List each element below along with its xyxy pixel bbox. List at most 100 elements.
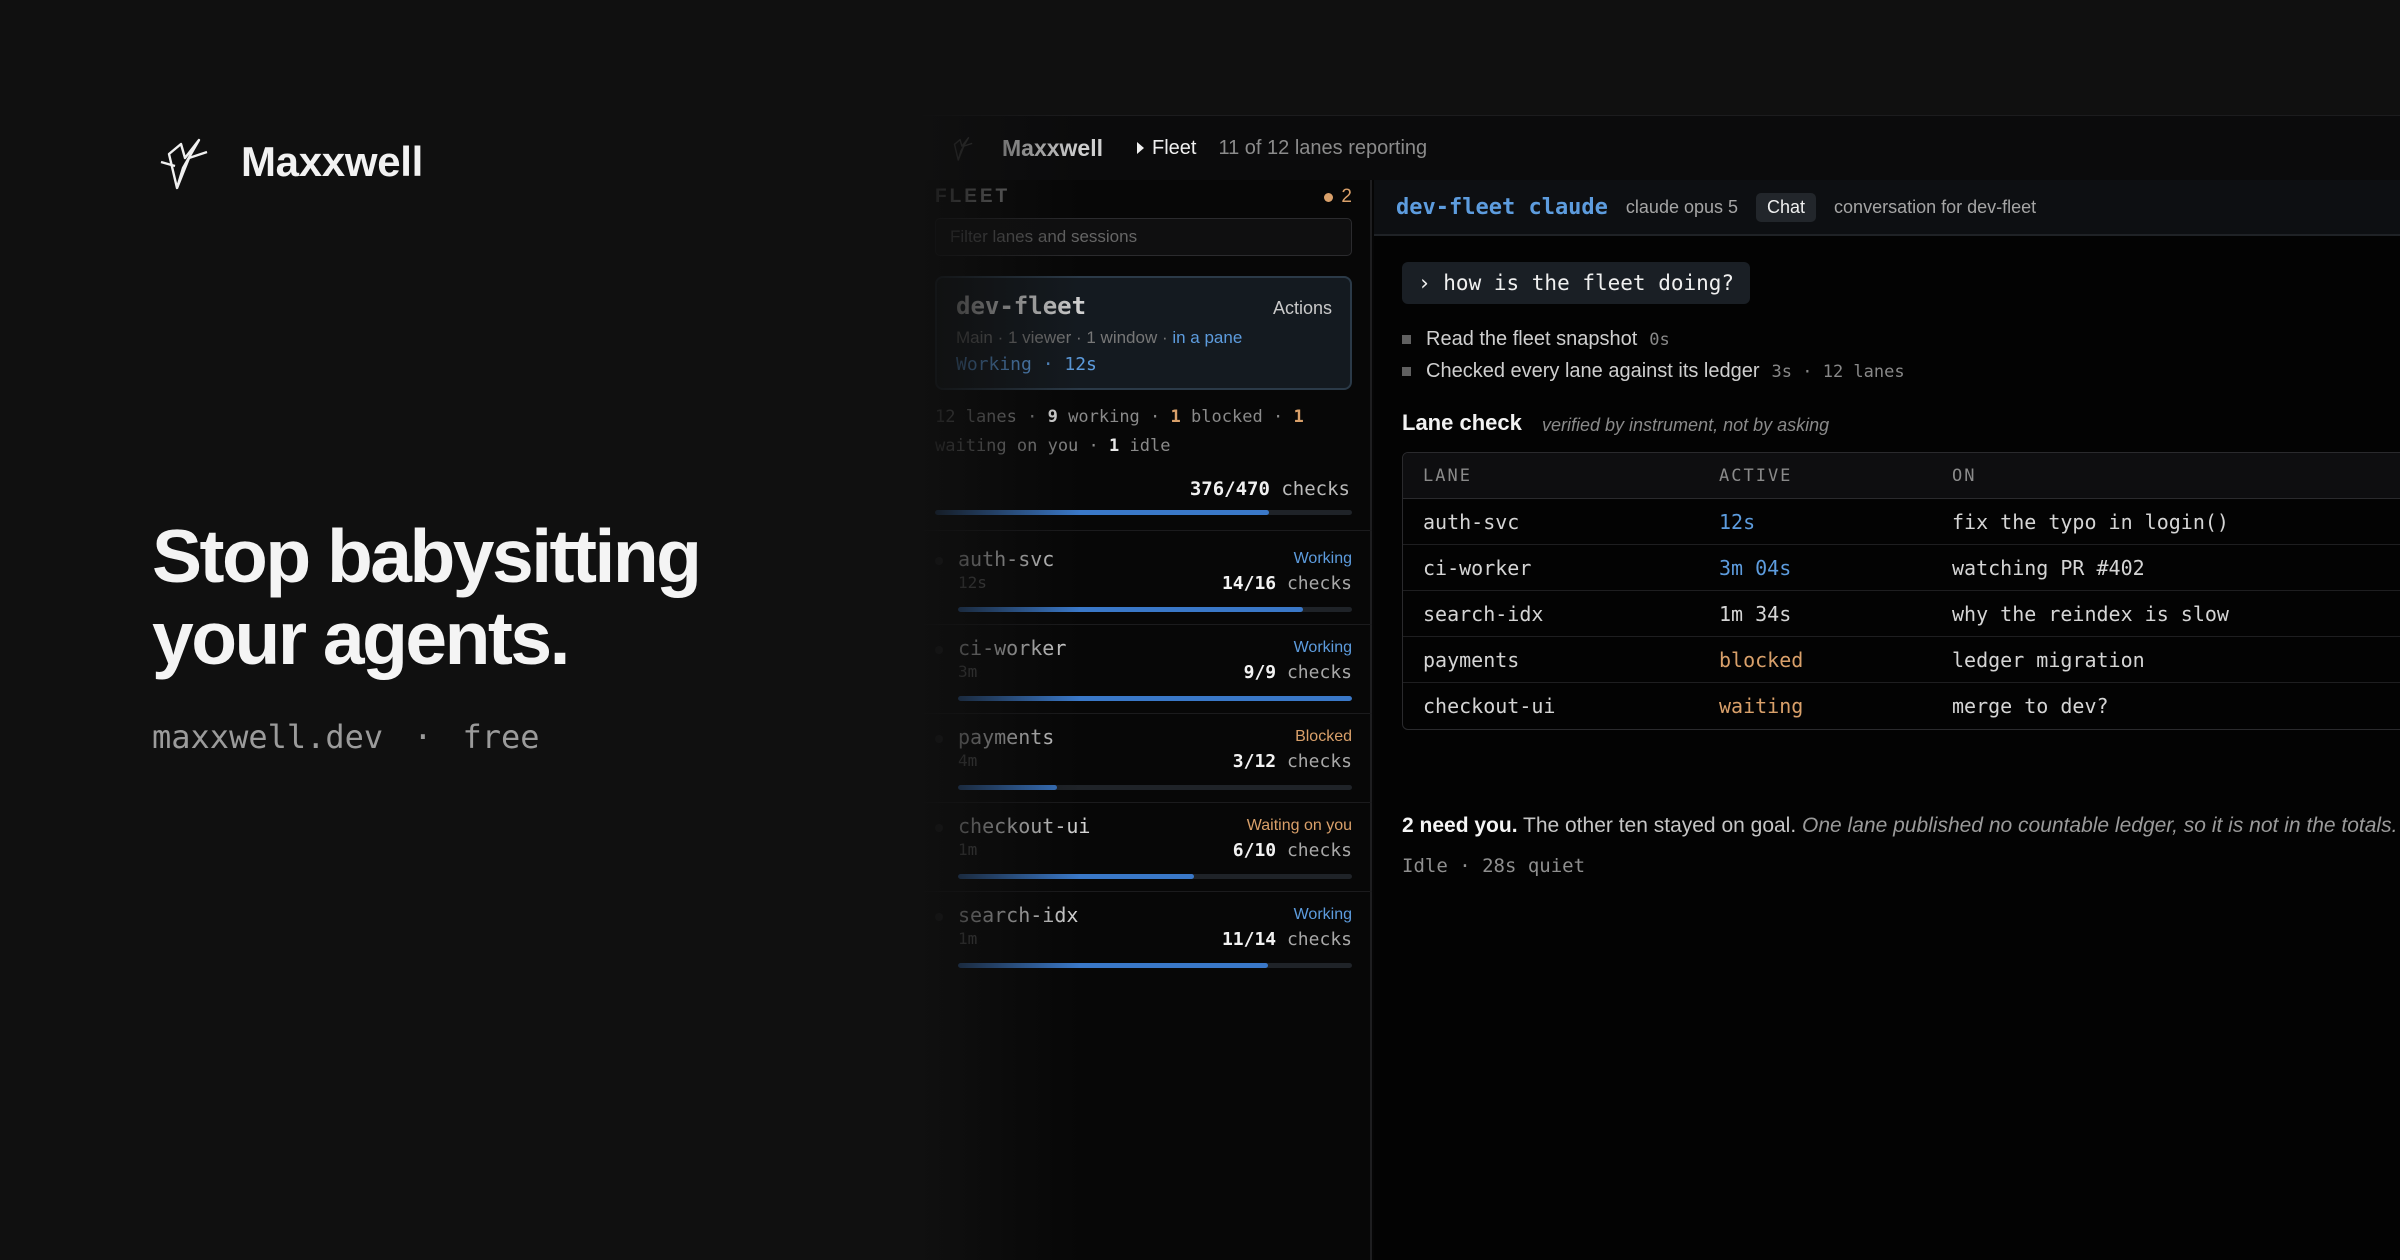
lane-check-subtitle: verified by instrument, not by asking — [1542, 415, 1830, 435]
lane-name: ci-worker — [958, 636, 1067, 660]
step-item: Read the fleet snapshot 0s — [1402, 328, 1670, 351]
lane-progress-fill — [958, 874, 1195, 879]
summary-dot: · — [1088, 436, 1099, 456]
lane-checks-label: checks — [1286, 929, 1352, 950]
cell-on: why the reindex is slow — [1952, 601, 2229, 626]
cell-active: waiting — [1719, 694, 1804, 718]
app-title: Maxxwell — [1002, 134, 1103, 161]
cell-on: merge to dev? — [1952, 694, 2109, 718]
conclusion-bold: 2 need you. — [1402, 814, 1518, 837]
lane-status: Blocked — [1295, 728, 1352, 745]
summary-working-label: working — [1068, 407, 1140, 427]
session-name: dev-fleet — [956, 292, 1087, 320]
table-row[interactable]: auth-svc 12s fix the typo in login() — [1403, 499, 2400, 545]
lane-item[interactable]: ci-worker 3m Working 9/9 checks — [920, 625, 1372, 713]
idle-status: Idle · 28s quiet — [1402, 855, 1586, 877]
column-active: ACTIVE — [1719, 465, 1793, 486]
lane-item[interactable]: search-idx 1m Working 11/14 checks — [920, 892, 1372, 980]
lane-checks-value: 9/9 — [1243, 662, 1277, 683]
session-meta: Main · 1 viewer · 1 window · in a pane — [956, 328, 1242, 348]
chat-pane: dev-fleet claude claude opus 5 Chat conv… — [1374, 180, 2400, 1260]
cell-on: ledger migration — [1952, 647, 2145, 672]
lane-name: auth-svc — [958, 547, 1055, 571]
lane-item[interactable]: checkout-ui 1m Waiting on you 6/10 checks — [920, 803, 1372, 891]
lane-progress-fill — [958, 785, 1057, 790]
table-row[interactable]: search-idx 1m 34s why the reindex is slow — [1403, 591, 2400, 637]
user-prompt: › how is the fleet doing? — [1402, 262, 1751, 304]
filter-input[interactable] — [935, 218, 1352, 256]
total-progress-bar — [935, 510, 1352, 515]
tab-chat[interactable]: Chat — [1756, 192, 1817, 222]
tagline-separator: · — [413, 718, 433, 756]
app-window: Maxxwell Fleet 11 of 12 lanes reporting … — [920, 115, 2400, 1260]
cell-on: fix the typo in login() — [1952, 509, 2229, 534]
lane-checks: 14/16 checks — [1222, 573, 1352, 594]
app-topbar: Maxxwell Fleet 11 of 12 lanes reporting — [920, 115, 2400, 180]
cell-lane: ci-worker — [1423, 555, 1532, 580]
breadcrumb-fleet[interactable]: Fleet — [1137, 137, 1196, 160]
sidebar-divider — [920, 530, 1372, 531]
session-card-dev-fleet[interactable]: dev-fleet Actions Main · 1 viewer · 1 wi… — [935, 276, 1352, 390]
chat-header: dev-fleet claude claude opus 5 Chat conv… — [1374, 180, 2400, 236]
step-duration: 0s — [1649, 329, 1670, 350]
price-label: free — [462, 718, 540, 756]
lane-item[interactable]: auth-svc 12s Working 14/16 checks — [920, 536, 1372, 624]
cell-lane: auth-svc — [1423, 509, 1520, 534]
brand: Maxxwell — [155, 132, 423, 192]
lane-checks-value: 3/12 — [1232, 751, 1277, 772]
table-row[interactable]: payments blocked ledger migration — [1403, 637, 2400, 683]
lane-checks-label: checks — [1286, 662, 1352, 683]
session-meta-text: Main · 1 viewer · 1 window · — [956, 328, 1173, 347]
fleet-summary: 12 lanes · 9 working · 1 blocked · 1 wai… — [935, 403, 1352, 461]
lane-checks-value: 14/16 — [1221, 573, 1277, 594]
cell-lane: checkout-ui — [1423, 694, 1556, 718]
lane-status: Working — [1293, 550, 1352, 567]
lane-progress-fill — [958, 963, 1268, 968]
conversation-label: conversation for dev-fleet — [1834, 196, 2037, 217]
summary-waiting-count: 1 — [1293, 407, 1304, 427]
total-progress-fill — [935, 510, 1269, 515]
site-link[interactable]: maxxwell.dev — [152, 718, 383, 756]
cell-on: watching PR #402 — [1952, 555, 2145, 580]
summary-blocked-count: 1 — [1170, 407, 1181, 427]
lane-checks: 11/14 checks — [1222, 929, 1352, 950]
lane-checks: 3/12 checks — [1233, 751, 1352, 772]
fleet-header: FLEET 2 — [935, 186, 1352, 208]
fleet-label: FLEET — [935, 186, 1011, 207]
lane-time: 3m — [958, 662, 978, 681]
lane-dot-icon — [935, 557, 943, 565]
total-checks: 376/470 checks — [1190, 478, 1350, 500]
lane-progress-fill — [958, 607, 1303, 612]
total-checks-value: 376/470 — [1189, 478, 1270, 500]
lane-time: 4m — [958, 751, 978, 770]
summary-dot: · — [1150, 407, 1161, 427]
table-row[interactable]: ci-worker 3m 04s watching PR #402 — [1403, 545, 2400, 591]
model-name: claude opus 5 — [1625, 196, 1739, 217]
lane-checks: 9/9 checks — [1244, 662, 1352, 683]
table-row[interactable]: checkout-ui waiting merge to dev? — [1403, 683, 2400, 729]
summary-dot: · — [1272, 407, 1284, 427]
lane-item[interactable]: payments 4m Blocked 3/12 checks — [920, 714, 1372, 802]
lane-time: 12s — [958, 573, 987, 592]
lane-name: search-idx — [958, 903, 1079, 927]
breadcrumb-label: Fleet — [1152, 136, 1197, 159]
session-actions-button[interactable]: Actions — [1273, 298, 1332, 319]
column-lane: LANE — [1423, 465, 1472, 486]
column-on: ON — [1952, 465, 1977, 486]
lane-checks-value: 6/10 — [1232, 840, 1277, 861]
summary-blocked-label: blocked — [1191, 407, 1263, 427]
lane-dot-icon — [935, 824, 943, 832]
lane-checks-label: checks — [1286, 751, 1352, 772]
lane-time: 1m — [958, 929, 978, 948]
lane-check-table: LANE ACTIVE ON auth-svc 12s fix the typo i… — [1402, 452, 2400, 730]
alert-dot-icon — [1324, 192, 1334, 202]
step-text: Read the fleet snapshot — [1426, 328, 1638, 350]
summary-waiting-label: waiting on you — [935, 436, 1079, 456]
alert-count-badge[interactable]: 2 — [1324, 186, 1352, 208]
cell-active: 12s — [1719, 509, 1756, 534]
lane-checks: 6/10 checks — [1233, 840, 1352, 861]
lane-time: 1m — [958, 840, 978, 859]
lane-name: checkout-ui — [958, 814, 1091, 838]
fleet-sidebar: FLEET 2 dev-fleet Actions Main · 1 viewe… — [920, 180, 1372, 1260]
in-a-pane-link[interactable]: in a pane — [1172, 328, 1242, 347]
